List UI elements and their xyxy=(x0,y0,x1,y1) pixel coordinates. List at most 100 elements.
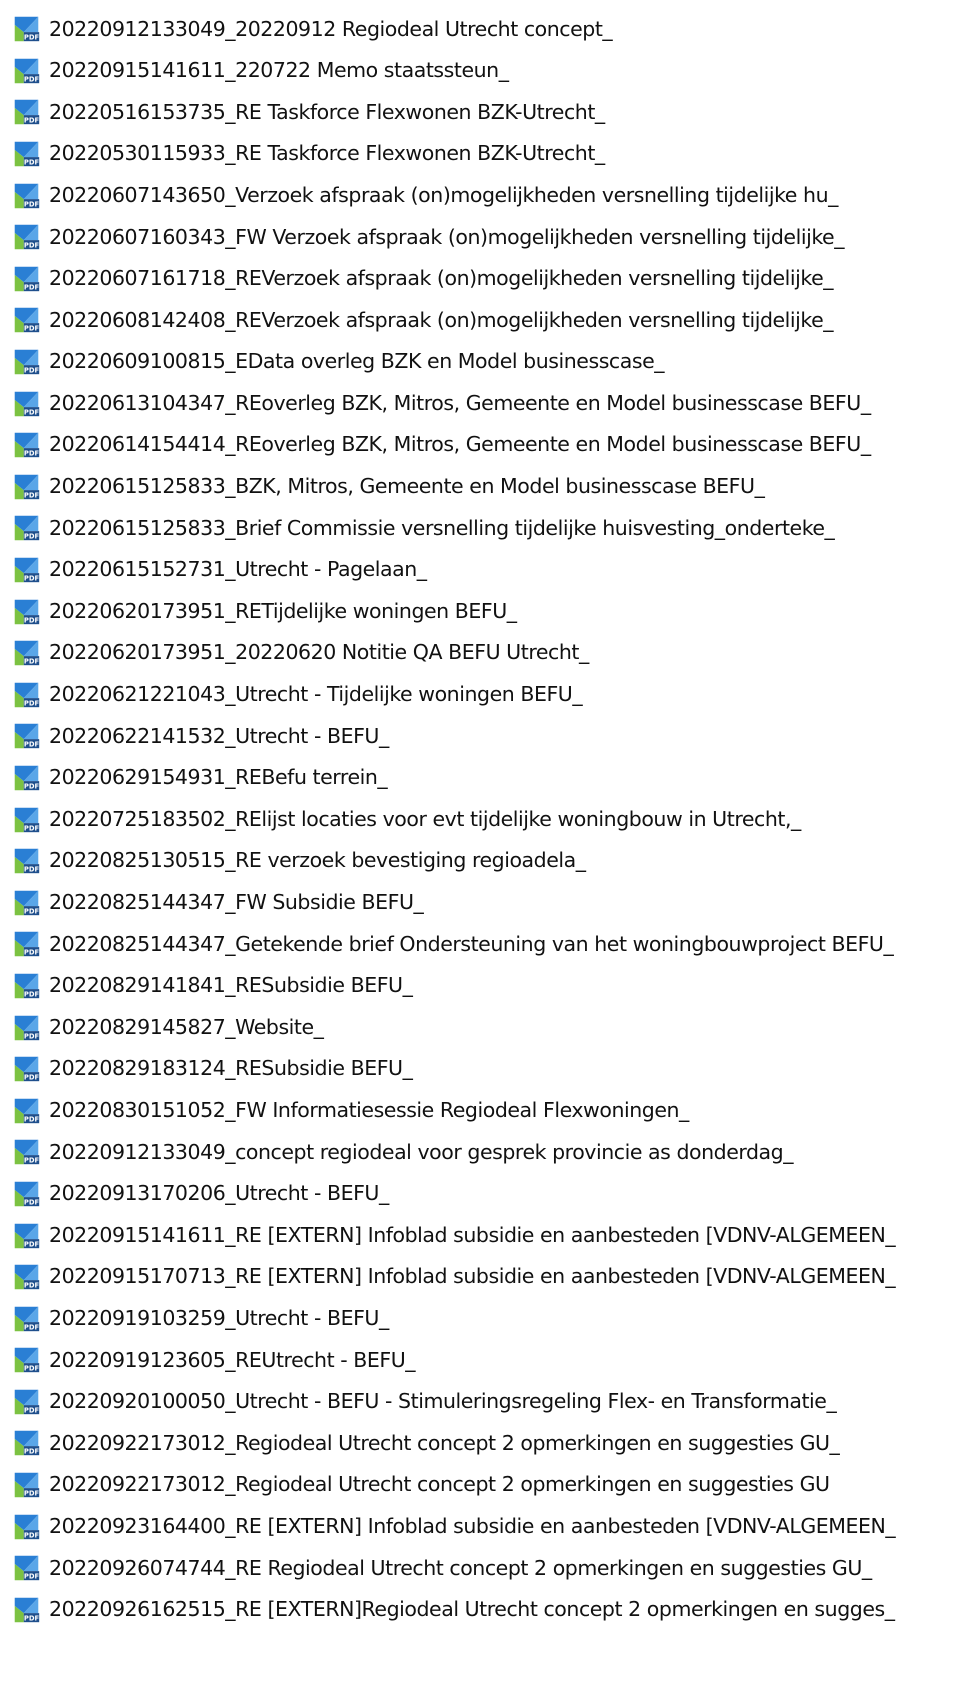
file-list-item[interactable]: PDF 20220622141532_Utrecht - BEFU_ xyxy=(0,715,965,757)
file-name-label: 20220620173951_RETijdelijke woningen BEF… xyxy=(49,598,517,623)
pdf-file-icon: PDF xyxy=(14,640,40,666)
file-name-label: 20220614154414_REoverleg BZK, Mitros, Ge… xyxy=(49,432,871,457)
pdf-badge-text: PDF xyxy=(24,866,40,874)
pdf-file-icon: PDF xyxy=(14,1264,39,1290)
file-list-item[interactable]: PDF 20220926074744_RE Regiodeal Utrecht … xyxy=(0,1547,965,1589)
file-list-item[interactable]: PDF 20220615125833_BZK, Mitros, Gemeente… xyxy=(0,466,965,508)
pdf-file-icon: PDF xyxy=(14,890,39,915)
pdf-file-icon: PDF xyxy=(14,58,39,84)
pdf-file-icon: PDF xyxy=(14,1223,40,1248)
pdf-file-icon: PDF xyxy=(14,1514,40,1539)
file-name-label: 20220607161718_REVerzoek afspraak (on)mo… xyxy=(49,266,834,291)
file-list-item[interactable]: PDF 20220926162515_RE [EXTERN]Regiodeal … xyxy=(0,1589,965,1631)
pdf-badge-text: PDF xyxy=(24,1157,40,1165)
pdf-badge-text: PDF xyxy=(24,1240,40,1248)
file-list-item[interactable]: PDF 20220614154414_REoverleg BZK, Mitros… xyxy=(0,424,965,466)
file-list-item[interactable]: PDF 20220620173951_20220620 Notitie QA B… xyxy=(0,632,965,674)
file-list-item[interactable]: PDF 20220829141841_RESubsidie BEFU_ xyxy=(0,965,965,1007)
file-name-label: 20220926162515_RE [EXTERN]Regiodeal Utre… xyxy=(49,1597,895,1622)
pdf-badge-text: PDF xyxy=(24,616,40,624)
file-list-item[interactable]: PDF 20220825144347_FW Subsidie BEFU_ xyxy=(0,881,965,923)
pdf-file-icon: PDF xyxy=(14,765,40,791)
file-list-item[interactable]: PDF 20220920100050_Utrecht - BEFU - Stim… xyxy=(0,1381,965,1423)
pdf-file-icon: PDF xyxy=(14,17,39,42)
pdf-badge-text: PDF xyxy=(24,159,40,167)
file-name-label: 20220919123605_REUtrecht - BEFU_ xyxy=(49,1347,416,1372)
file-name-label: 20220825144347_FW Subsidie BEFU_ xyxy=(49,890,424,915)
file-list-item[interactable]: PDF 20220615152731_Utrecht - Pagelaan_ xyxy=(0,549,965,591)
pdf-file-icon: PDF xyxy=(14,349,40,375)
file-name-label: 20220615125833_BZK, Mitros, Gemeente en … xyxy=(49,474,765,499)
file-list-item[interactable]: PDF 20220609100815_EData overleg BZK en … xyxy=(0,341,965,383)
file-list-item[interactable]: PDF 20220829145827_Website_ xyxy=(0,1006,965,1048)
file-list-item[interactable]: PDF 20220912133049_20220912 Regiodeal Ut… xyxy=(0,8,965,50)
pdf-badge-text: PDF xyxy=(24,1032,40,1040)
file-list-item[interactable]: PDF 20220607143650_Verzoek afspraak (on)… xyxy=(0,174,965,216)
pdf-file-icon: PDF xyxy=(14,1098,40,1123)
pdf-file-icon: PDF xyxy=(14,1015,40,1040)
pdf-badge-text: PDF xyxy=(24,783,40,791)
file-list-item[interactable]: PDF 20220725183502_RElijst locaties voor… xyxy=(0,798,965,840)
file-list-item[interactable]: PDF 20220620173951_RETijdelijke woningen… xyxy=(0,590,965,632)
file-name-label: 20220922173012_Regiodeal Utrecht concept… xyxy=(49,1472,830,1497)
file-name-label: 20220825144347_Getekende brief Ondersteu… xyxy=(49,931,894,956)
pdf-badge-text: PDF xyxy=(24,699,40,707)
pdf-badge-text: PDF xyxy=(24,1115,40,1123)
file-list-item[interactable]: PDF 20220829183124_RESubsidie BEFU_ xyxy=(0,1048,965,1090)
pdf-badge-text: PDF xyxy=(24,1531,40,1539)
pdf-badge-text: PDF xyxy=(24,491,40,499)
pdf-badge-text: PDF xyxy=(24,949,40,957)
pdf-badge-text: PDF xyxy=(24,824,40,832)
pdf-file-icon: PDF xyxy=(14,724,40,749)
pdf-file-icon: PDF xyxy=(14,516,39,541)
file-list-item[interactable]: PDF 20220516153735_RE Taskforce Flexwone… xyxy=(0,91,965,133)
file-name-label: 20220607160343_FW Verzoek afspraak (on)m… xyxy=(49,224,844,249)
pdf-badge-text: PDF xyxy=(24,1490,40,1498)
file-name-label: 20220530115933_RE Taskforce Flexwonen BZ… xyxy=(49,141,605,166)
file-list-item[interactable]: PDF 20220915141611_220722 Memo staatsste… xyxy=(0,50,965,92)
file-list-item[interactable]: PDF 20220629154931_REBefu terrein_ xyxy=(0,757,965,799)
pdf-file-icon: PDF xyxy=(14,848,40,874)
pdf-badge-text: PDF xyxy=(24,658,40,666)
pdf-badge-text: PDF xyxy=(24,200,40,208)
file-name-label: 20220615152731_Utrecht - Pagelaan_ xyxy=(49,557,427,582)
file-list-item[interactable]: PDF 20220922173012_Regiodeal Utrecht con… xyxy=(0,1422,965,1464)
file-list-item[interactable]: PDF 20220825130515_RE verzoek bevestigin… xyxy=(0,840,965,882)
file-list-item[interactable]: PDF 20220912133049_concept regiodeal voo… xyxy=(0,1131,965,1173)
pdf-file-icon: PDF xyxy=(14,973,39,999)
file-list-item[interactable]: PDF 20220915141611_RE [EXTERN] Infoblad … xyxy=(0,1214,965,1256)
file-list-item[interactable]: PDF 20220919123605_REUtrecht - BEFU_ xyxy=(0,1339,965,1381)
file-list-item[interactable]: PDF 20220530115933_RE Taskforce Flexwone… xyxy=(0,133,965,175)
file-list-item[interactable]: PDF 20220608142408_REVerzoek afspraak (o… xyxy=(0,299,965,341)
pdf-file-icon: PDF xyxy=(14,1472,40,1498)
file-list-item[interactable]: PDF 20220830151052_FW Informatiesessie R… xyxy=(0,1089,965,1131)
pdf-file-icon: PDF xyxy=(14,557,39,583)
pdf-file-icon: PDF xyxy=(14,682,40,707)
file-list-item[interactable]: PDF 20220615125833_Brief Commissie versn… xyxy=(0,507,965,549)
file-list-item[interactable]: PDF 20220923164400_RE [EXTERN] Infoblad … xyxy=(0,1505,965,1547)
pdf-file-icon: PDF xyxy=(14,391,40,416)
pdf-badge-text: PDF xyxy=(24,741,40,749)
pdf-badge-text: PDF xyxy=(24,117,40,125)
file-list-item[interactable]: PDF 20220621221043_Utrecht - Tijdelijke … xyxy=(0,674,965,716)
file-name-label: 20220608142408_REVerzoek afspraak (on)mo… xyxy=(49,307,834,332)
file-list-item[interactable]: PDF 20220607160343_FW Verzoek afspraak (… xyxy=(0,216,965,258)
file-list-item[interactable]: PDF 20220913170206_Utrecht - BEFU_ xyxy=(0,1173,965,1215)
pdf-badge-text: PDF xyxy=(24,408,40,416)
file-list-item[interactable]: PDF 20220607161718_REVerzoek afspraak (o… xyxy=(0,258,965,300)
file-list-item[interactable]: PDF 20220915170713_RE [EXTERN] Infoblad … xyxy=(0,1256,965,1298)
file-name-label: 20220620173951_20220620 Notitie QA BEFU … xyxy=(49,640,589,665)
pdf-file-icon: PDF xyxy=(14,932,40,957)
file-list-item[interactable]: PDF 20220825144347_Getekende brief Onder… xyxy=(0,923,965,965)
pdf-file-icon: PDF xyxy=(14,1181,40,1207)
pdf-badge-text: PDF xyxy=(24,242,40,250)
pdf-file-icon: PDF xyxy=(14,432,39,458)
pdf-file-icon: PDF xyxy=(14,807,40,832)
pdf-badge-text: PDF xyxy=(24,367,40,375)
file-name-label: 20220829145827_Website_ xyxy=(49,1014,324,1039)
file-list-item[interactable]: PDF 20220613104347_REoverleg BZK, Mitros… xyxy=(0,382,965,424)
pdf-badge-text: PDF xyxy=(24,1448,40,1456)
pdf-badge-text: PDF xyxy=(24,1199,40,1207)
file-list-item[interactable]: PDF 20220922173012_Regiodeal Utrecht con… xyxy=(0,1464,965,1506)
file-list-item[interactable]: PDF 20220919103259_Utrecht - BEFU_ xyxy=(0,1297,965,1339)
